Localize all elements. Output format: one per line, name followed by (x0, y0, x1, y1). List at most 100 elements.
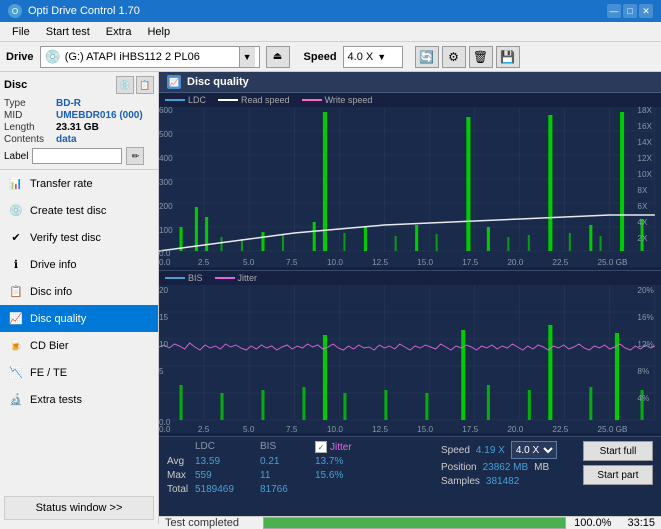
menu-extra[interactable]: Extra (98, 24, 140, 40)
svg-text:0.0: 0.0 (159, 249, 171, 258)
type-label: Type (4, 98, 52, 109)
max-row: Max 559 11 15.6% (167, 470, 427, 481)
speed-value: 4.0 X (348, 51, 374, 63)
settings-icon-btn[interactable]: ⚙ (442, 46, 466, 68)
sidebar: Disc 💿 📋 Type BD-R MID UMEBDR016 (000) L… (0, 72, 159, 524)
svg-text:6X: 6X (637, 202, 648, 211)
minimize-button[interactable]: — (607, 4, 621, 18)
status-text: Test completed (165, 517, 255, 529)
disc-quality-icon-header: 📈 (167, 75, 181, 89)
progress-track (263, 517, 566, 529)
drive-dropdown-arrow[interactable]: ▼ (239, 47, 255, 67)
menu-file[interactable]: File (4, 24, 38, 40)
sidebar-item-drive-info[interactable]: ℹ Drive info (0, 251, 158, 278)
sidebar-item-verify-test-disc[interactable]: ✔ Verify test disc (0, 224, 158, 251)
title-bar: O Opti Drive Control 1.70 — □ ✕ (0, 0, 661, 22)
start-part-button[interactable]: Start part (583, 465, 653, 485)
legend-bis: BIS (165, 273, 203, 283)
disc-icon-btn-2[interactable]: 📋 (136, 76, 154, 94)
svg-text:14X: 14X (637, 138, 652, 147)
sidebar-item-transfer-rate[interactable]: 📊 Transfer rate (0, 170, 158, 197)
refresh-icon-btn[interactable]: 🔄 (415, 46, 439, 68)
top-legend: LDC Read speed Write speed (159, 93, 661, 107)
legend-write-speed: Write speed (302, 95, 373, 105)
sidebar-item-disc-info[interactable]: 📋 Disc info (0, 278, 158, 305)
sidebar-item-cd-bier[interactable]: 🍺 CD Bier (0, 332, 158, 359)
mid-value: UMEBDR016 (000) (56, 110, 143, 121)
jitter-check-group[interactable]: ✓ Jitter (315, 441, 352, 453)
svg-text:18X: 18X (637, 107, 652, 115)
sidebar-item-label-cd-bier: CD Bier (30, 340, 69, 352)
speed-current: 4.19 X (476, 445, 505, 456)
svg-text:7.5: 7.5 (286, 425, 298, 433)
sidebar-item-label-extra-tests: Extra tests (30, 394, 82, 406)
drive-selector[interactable]: 💿 (G:) ATAPI iHBS112 2 PL06 ▼ (40, 46, 260, 68)
jitter-checkbox[interactable]: ✓ (315, 441, 327, 453)
erase-icon-btn[interactable]: 🗑 (469, 46, 493, 68)
label-key: Label (4, 151, 28, 162)
drive-value: (G:) ATAPI iHBS112 2 PL06 (65, 51, 200, 63)
drive-bar: Drive 💿 (G:) ATAPI iHBS112 2 PL06 ▼ ⏏ Sp… (0, 42, 661, 72)
label-input[interactable] (32, 148, 122, 164)
svg-text:25.0 GB: 25.0 GB (597, 425, 627, 433)
avg-jitter: 13.7% (315, 456, 343, 467)
sidebar-item-create-test-disc[interactable]: 💿 Create test disc (0, 197, 158, 224)
top-chart-svg: 600 500 400 300 200 100 0.0 18X 16X 14X … (159, 107, 661, 267)
svg-text:100: 100 (159, 226, 173, 235)
speed-stat-label: Speed (441, 445, 470, 456)
ldc-header-label: LDC (195, 441, 260, 453)
position-row: Position 23862 MB MB (441, 462, 557, 473)
total-row: Total 5189469 81766 (167, 484, 427, 495)
status-window-button[interactable]: Status window >> (4, 496, 154, 520)
status-bar: Test completed 100.0% 33:15 (159, 516, 661, 529)
close-button[interactable]: ✕ (639, 4, 653, 18)
svg-text:10: 10 (159, 340, 169, 349)
svg-text:20%: 20% (637, 286, 653, 295)
bis-header-label: BIS (260, 441, 315, 453)
total-label: Total (167, 484, 195, 495)
label-edit-btn[interactable]: ✏ (126, 147, 144, 165)
sidebar-item-extra-tests[interactable]: 🔬 Extra tests (0, 386, 158, 413)
svg-text:12%: 12% (637, 340, 653, 349)
svg-text:500: 500 (159, 130, 173, 139)
transfer-rate-icon: 📊 (8, 176, 24, 192)
disc-icon-btn-1[interactable]: 💿 (116, 76, 134, 94)
svg-text:5.0: 5.0 (243, 425, 255, 433)
disc-header-icons: 💿 📋 (116, 76, 154, 94)
contents-value: data (56, 134, 77, 145)
samples-row: Samples 381482 (441, 476, 557, 487)
svg-text:4%: 4% (637, 394, 649, 403)
svg-text:5.0: 5.0 (243, 258, 255, 267)
stats-header: LDC BIS ✓ Jitter (167, 441, 427, 453)
svg-text:17.5: 17.5 (462, 258, 478, 267)
menu-help[interactable]: Help (139, 24, 178, 40)
save-icon-btn[interactable]: 💾 (496, 46, 520, 68)
eject-button[interactable]: ⏏ (266, 46, 290, 68)
svg-text:12.5: 12.5 (372, 425, 388, 433)
speed-selector[interactable]: 4.0 X ▼ (343, 46, 403, 68)
avg-bis: 0.21 (260, 456, 315, 467)
speed-selector-stats[interactable]: 4.0 X 8.0 X (511, 441, 557, 459)
disc-quality-title: Disc quality (187, 76, 249, 88)
sidebar-item-label-verify-test-disc: Verify test disc (30, 232, 101, 244)
app-icon: O (8, 4, 22, 18)
disc-section-label: Disc (4, 79, 27, 91)
svg-text:20.0: 20.0 (507, 258, 523, 267)
position-value: 23862 MB (483, 462, 529, 473)
window-controls[interactable]: — □ ✕ (607, 4, 653, 18)
sidebar-item-disc-quality[interactable]: 📈 Disc quality (0, 305, 158, 332)
mb-suffix: MB (534, 462, 549, 473)
speed-position-section: Speed 4.19 X 4.0 X 8.0 X Position 23862 … (441, 441, 557, 487)
sidebar-item-label-disc-info: Disc info (30, 286, 72, 298)
svg-text:300: 300 (159, 178, 173, 187)
length-label: Length (4, 122, 52, 133)
sidebar-item-fe-te[interactable]: 📉 FE / TE (0, 359, 158, 386)
fe-te-icon: 📉 (8, 365, 24, 381)
menu-start-test[interactable]: Start test (38, 24, 98, 40)
start-full-button[interactable]: Start full (583, 441, 653, 461)
charts-container: LDC Read speed Write speed (159, 93, 661, 516)
maximize-button[interactable]: □ (623, 4, 637, 18)
disc-type-row: Type BD-R (4, 98, 154, 109)
bottom-legend: BIS Jitter (159, 271, 661, 285)
toolbar-icons: 🔄 ⚙ 🗑 💾 (415, 46, 520, 68)
